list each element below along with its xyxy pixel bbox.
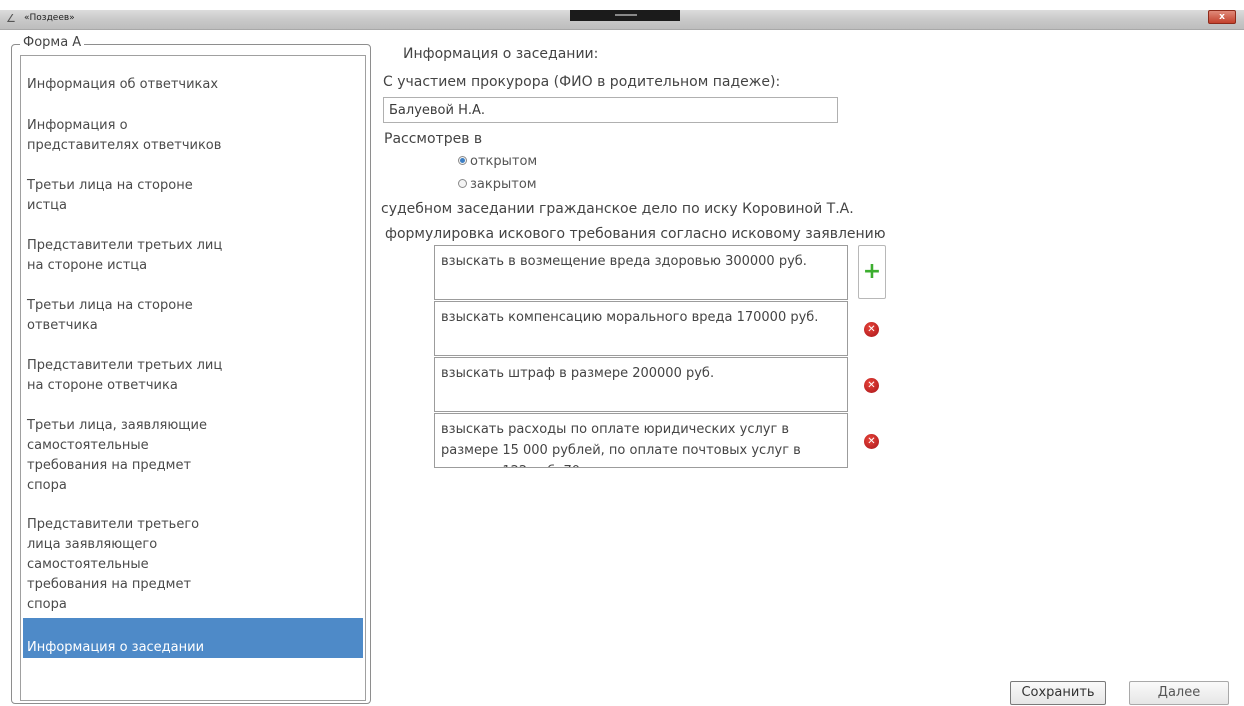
- close-button[interactable]: x: [1208, 10, 1236, 24]
- claims-label: формулировка искового требования согласн…: [385, 226, 886, 242]
- claim-textarea[interactable]: взыскать расходы по оплате юридических у…: [434, 413, 848, 468]
- delete-icon: ✕: [867, 380, 876, 391]
- list-item-selected[interactable]: Информация о заседании: [23, 618, 363, 658]
- claim-textarea[interactable]: взыскать в возмещение вреда здоровью 300…: [434, 245, 848, 300]
- prosecutor-input[interactable]: [383, 97, 838, 123]
- delete-claim-button[interactable]: ✕: [864, 434, 879, 449]
- save-button[interactable]: Сохранить: [1010, 681, 1106, 705]
- section-title: Информация о заседании:: [403, 46, 599, 62]
- groupbox-legend: Форма А: [20, 35, 85, 50]
- section-list[interactable]: Информация об ответчиках Информация о пр…: [20, 55, 366, 701]
- case-text: судебном заседании гражданское дело по и…: [381, 201, 854, 217]
- radio-open[interactable]: открытом: [458, 154, 537, 169]
- list-item[interactable]: Представители третьего лица заявляющего …: [23, 515, 363, 615]
- delete-claim-button[interactable]: ✕: [864, 322, 879, 337]
- claim-textarea[interactable]: взыскать штраф в размере 200000 руб.: [434, 357, 848, 412]
- list-item[interactable]: Третьи лица, заявляющие самостоятельные …: [23, 416, 363, 496]
- radio-open-label: открытом: [470, 154, 538, 169]
- plus-icon: +: [862, 259, 882, 284]
- app-icon: ∠: [6, 12, 16, 25]
- list-item[interactable]: Информация о представителях ответчиков: [23, 116, 363, 156]
- list-item[interactable]: Третьи лица на стороне истца: [23, 176, 363, 216]
- radio-checked-icon: [458, 156, 467, 165]
- claim-textarea[interactable]: взыскать компенсацию морального вреда 17…: [434, 301, 848, 356]
- radio-closed[interactable]: закрытом: [458, 177, 537, 192]
- radio-unchecked-icon: [458, 179, 467, 188]
- list-item-label: Информация о заседании: [27, 640, 205, 655]
- delete-icon: ✕: [867, 436, 876, 447]
- window-title: «Поздеев»: [24, 13, 75, 23]
- drag-grip[interactable]: [570, 10, 680, 21]
- title-bar: ∠ «Поздеев» x: [0, 10, 1244, 30]
- delete-icon: ✕: [867, 324, 876, 335]
- list-item[interactable]: Представители третьих лиц на стороне ист…: [23, 236, 363, 276]
- considered-label: Рассмотрев в: [384, 131, 483, 147]
- delete-claim-button[interactable]: ✕: [864, 378, 879, 393]
- next-button[interactable]: Далее: [1129, 681, 1229, 705]
- list-item[interactable]: Представители третьих лиц на стороне отв…: [23, 356, 363, 396]
- list-item[interactable]: Третьи лица на стороне ответчика: [23, 296, 363, 336]
- list-item[interactable]: Информация об ответчиках: [23, 75, 363, 95]
- prosecutor-label: С участием прокурора (ФИО в родительном …: [383, 74, 781, 90]
- add-claim-button[interactable]: +: [858, 245, 886, 299]
- radio-closed-label: закрытом: [470, 177, 537, 192]
